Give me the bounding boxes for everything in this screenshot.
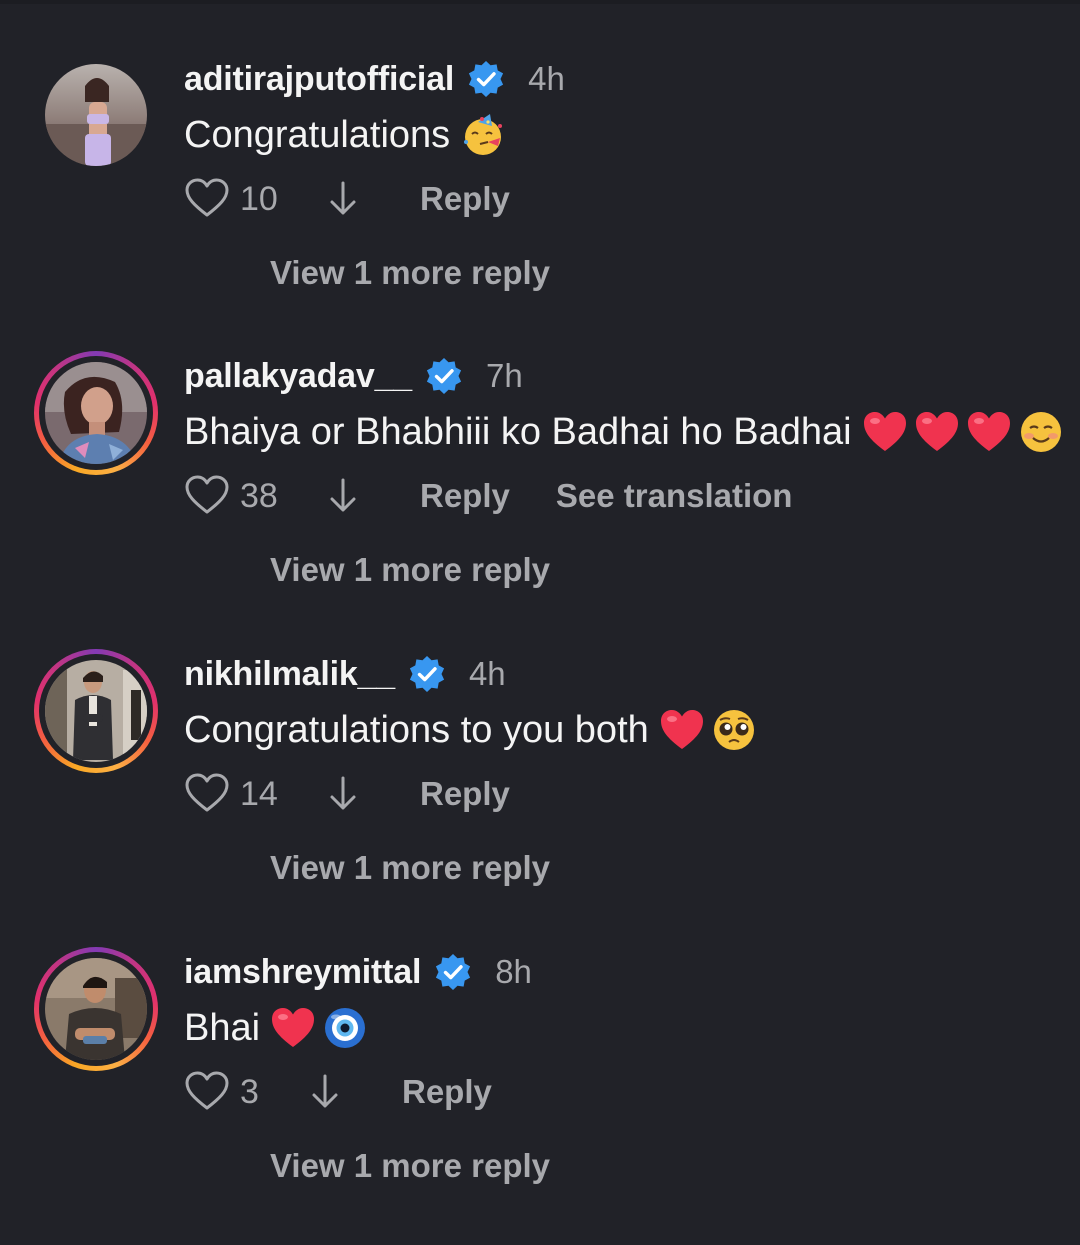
comment-text: Congratulations to you both	[184, 707, 757, 753]
timestamp: 8h	[495, 953, 532, 990]
reply-button[interactable]: Reply	[420, 775, 510, 813]
username[interactable]: aditirajputofficial	[184, 60, 454, 99]
comment-header: pallakyadav__ 7h	[184, 351, 523, 401]
comment-item: aditirajputofficial 4h Congratulations 1…	[0, 54, 1080, 352]
see-translation-button[interactable]: See translation	[556, 477, 793, 515]
comment-body: Congratulations to you both	[184, 708, 649, 751]
timestamp: 7h	[486, 357, 523, 394]
like-count: 38	[240, 476, 278, 515]
like-count: 14	[240, 774, 278, 813]
verified-badge-icon	[424, 356, 464, 396]
like-heart-icon[interactable]	[184, 473, 230, 519]
comment-body: Congratulations	[184, 113, 451, 156]
comment-text: Bhai	[184, 1005, 368, 1051]
comment-item: pallakyadav__ 7h Bhaiya or Bhabhiii ko B…	[0, 351, 1080, 649]
username[interactable]: pallakyadav__	[184, 357, 412, 396]
avatar[interactable]	[34, 649, 158, 773]
verified-badge-icon	[433, 952, 473, 992]
reply-button[interactable]: Reply	[420, 180, 510, 218]
comment-item: nikhilmalik__ 4h Congratulations to you …	[0, 649, 1080, 947]
comment-actions: 38 Reply See translation	[184, 471, 792, 521]
avatar[interactable]	[34, 351, 158, 475]
red-heart-emoji	[659, 707, 705, 753]
comment-header: iamshreymittal 8h	[184, 947, 532, 997]
dislike-arrow-icon[interactable]	[326, 476, 360, 516]
comment-actions: 3 Reply	[184, 1067, 492, 1117]
dislike-arrow-icon[interactable]	[326, 179, 360, 219]
dislike-arrow-icon[interactable]	[308, 1072, 342, 1112]
comment-body: Bhaiya or Bhabhiii ko Badhai ho Badhai	[184, 410, 852, 453]
timestamp: 4h	[468, 655, 506, 692]
partying-face-emoji	[460, 112, 506, 158]
view-more-replies-button[interactable]: View 1 more reply	[270, 551, 550, 589]
dislike-arrow-icon[interactable]	[326, 774, 360, 814]
avatar[interactable]	[34, 947, 158, 1071]
like-count: 3	[240, 1072, 259, 1111]
comment-actions: 14 Reply	[184, 769, 510, 819]
pleading-face-emoji	[711, 707, 757, 753]
smiling-face-emoji	[1018, 409, 1064, 455]
like-heart-icon[interactable]	[184, 176, 230, 222]
red-heart-emoji	[914, 409, 960, 455]
red-heart-emoji	[966, 409, 1012, 455]
comment-text: Bhaiya or Bhabhiii ko Badhai ho Badhai	[184, 409, 1064, 455]
username[interactable]: nikhilmalik__	[184, 655, 395, 694]
comment-body: Bhai	[184, 1006, 261, 1049]
comment-header: nikhilmalik__ 4h	[184, 649, 506, 699]
view-more-replies-button[interactable]: View 1 more reply	[270, 849, 550, 887]
like-heart-icon[interactable]	[184, 771, 230, 817]
red-heart-emoji	[270, 1005, 316, 1051]
view-more-replies-button[interactable]: View 1 more reply	[270, 254, 550, 292]
like-heart-icon[interactable]	[184, 1069, 230, 1115]
reply-button[interactable]: Reply	[420, 477, 510, 515]
top-edge	[0, 0, 1080, 4]
view-more-replies-button[interactable]: View 1 more reply	[270, 1147, 550, 1185]
nazar-amulet-emoji	[322, 1005, 368, 1051]
reply-button[interactable]: Reply	[402, 1073, 492, 1111]
comment-text: Congratulations	[184, 112, 506, 158]
comment-header: aditirajputofficial 4h	[184, 54, 565, 104]
avatar[interactable]	[45, 64, 147, 166]
username[interactable]: iamshreymittal	[184, 953, 421, 992]
comment-item: iamshreymittal 8h Bhai 3 Reply View 1 mo…	[0, 947, 1080, 1245]
verified-badge-icon	[466, 59, 506, 99]
verified-badge-icon	[407, 654, 447, 694]
like-count: 10	[240, 179, 278, 218]
timestamp: 4h	[528, 60, 565, 97]
comment-actions: 10 Reply	[184, 174, 510, 224]
red-heart-emoji	[862, 409, 908, 455]
